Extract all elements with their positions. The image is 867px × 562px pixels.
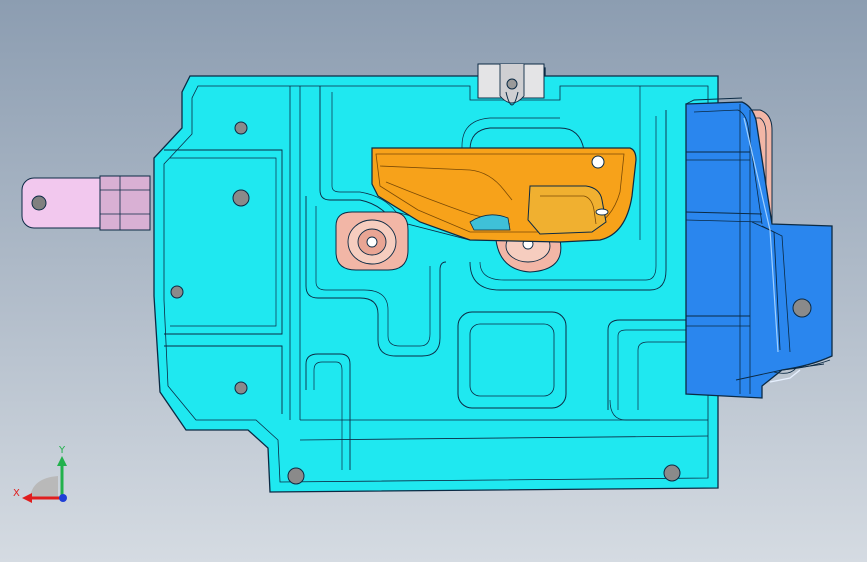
- y-axis-label: Y: [58, 445, 66, 456]
- graphics-viewport[interactable]: Y X: [0, 0, 867, 562]
- left-mounting-tab[interactable]: [21, 175, 151, 231]
- x-axis-arrowhead: [22, 493, 32, 503]
- z-axis-dot: [59, 494, 67, 502]
- triad-base-shadow: [30, 476, 58, 498]
- coordinate-triad: Y X: [13, 445, 67, 503]
- 3d-model-view[interactable]: [0, 0, 867, 562]
- boss-left[interactable]: [335, 211, 409, 271]
- base-plate[interactable]: [153, 67, 719, 493]
- x-axis-label: X: [13, 488, 20, 499]
- blue-bracket[interactable]: [685, 97, 833, 399]
- y-axis-arrowhead: [57, 456, 67, 466]
